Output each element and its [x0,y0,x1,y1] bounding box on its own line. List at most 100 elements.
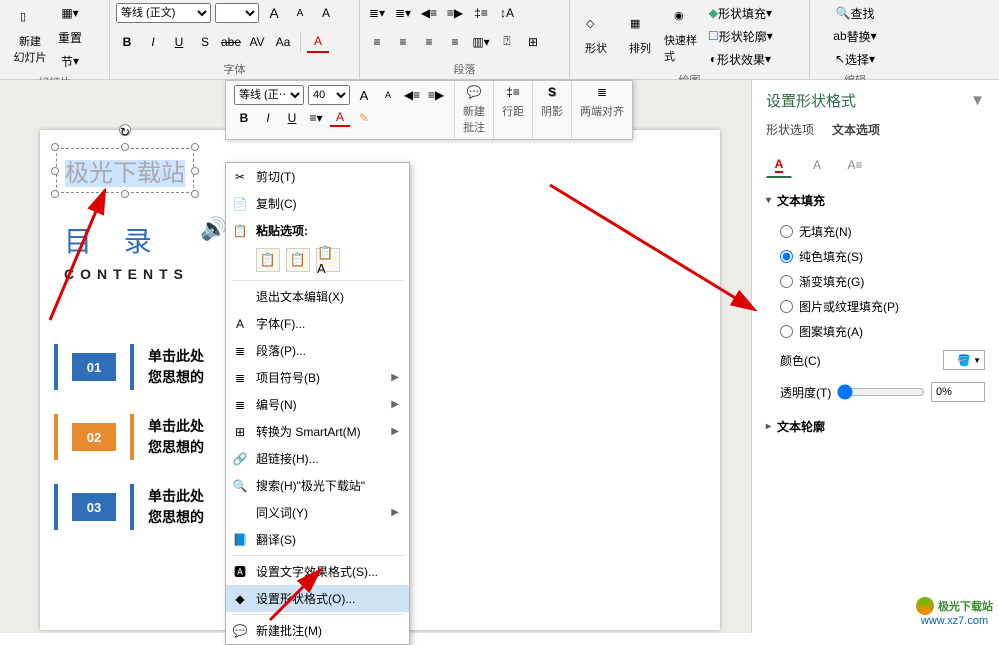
bold-button[interactable]: B [116,31,138,53]
ctx-numbering[interactable]: ≣编号(N)▶ [226,391,409,418]
float-italic[interactable]: I [258,109,278,127]
fill-gradient-radio[interactable]: 渐变填充(G) [766,269,985,294]
strike-button[interactable]: abe [220,31,242,53]
ctx-shape-format[interactable]: ◆设置形状格式(O)... [226,585,409,612]
shape-fill-button[interactable]: ◆形状填充▾ [708,2,773,24]
arrange-button[interactable]: ▦排列 [620,6,660,66]
fill-none-radio[interactable]: 无填充(N) [766,219,985,244]
shape-effects-button[interactable]: ◐形状效果▾ [708,48,773,70]
text-shadow-button[interactable]: S [194,31,216,53]
ctx-copy[interactable]: 📄复制(C) [226,190,409,217]
float-linespace[interactable]: ‡≡ 行距 [494,81,533,139]
fill-solid-radio[interactable]: 纯色填充(S) [766,244,985,269]
float-font-family[interactable]: 等线 (正⋯ [234,85,304,105]
ctx-search[interactable]: 🔍搜索(H)"极光下载站" [226,472,409,499]
underline-button[interactable]: U [168,31,190,53]
selected-textbox[interactable]: ↻ 极光下载站 [56,148,194,193]
float-shrink-font[interactable]: A [378,86,398,104]
ctx-font[interactable]: A字体(F)... [226,310,409,337]
font-size-select[interactable] [215,3,259,23]
paste-text-only[interactable]: 📋A [316,248,340,272]
char-spacing-button[interactable]: AV [246,31,268,53]
align-justify-button[interactable]: ≡ [444,31,466,53]
clear-format-button[interactable]: A [315,2,337,24]
textbox-text-selected[interactable]: 极光下载站 [56,148,194,193]
float-indent-dec[interactable]: ◀≡ [402,86,422,104]
resize-handle-s[interactable] [121,190,129,198]
audio-icon[interactable]: 🔊 [200,216,227,242]
grow-font-button[interactable]: A [263,2,285,24]
smartart-button[interactable]: ⊞ [522,31,544,53]
float-bold[interactable]: B [234,109,254,127]
text-effects-icon[interactable]: A [804,152,830,178]
font-family-select[interactable]: 等线 (正文) [116,3,211,23]
text-direction-button[interactable]: ↕A [496,2,518,24]
italic-button[interactable]: I [142,31,164,53]
numbering-button[interactable]: ≣▾ [392,2,414,24]
section-button[interactable]: 节▾ [58,50,82,72]
float-underline[interactable]: U [282,109,302,127]
line-spacing-button[interactable]: ‡≡ [470,2,492,24]
reset-button[interactable]: 重置 [58,26,82,48]
transparency-input[interactable] [931,382,985,402]
fill-pattern-radio[interactable]: 图案填充(A) [766,319,985,344]
ctx-cut[interactable]: ✂剪切(T) [226,163,409,190]
quick-styles-button[interactable]: ◉快速样式 [664,6,704,66]
float-indent-inc[interactable]: ≡▶ [426,86,446,104]
textbox-icon[interactable]: A≡ [842,152,868,178]
align-text-button[interactable]: ⍰ [496,31,518,53]
ctx-smartart[interactable]: ⊞转换为 SmartArt(M)▶ [226,418,409,445]
float-justify[interactable]: ≣ 两端对齐 [572,81,632,139]
align-center-button[interactable]: ≡ [392,31,414,53]
replace-button[interactable]: ab替换▾ [816,25,894,47]
float-shadow[interactable]: S 阴影 [533,81,572,139]
ctx-exit-edit[interactable]: 退出文本编辑(X) [226,283,409,310]
new-slide-button[interactable]: ▯ 新建 幻灯片 [6,7,54,67]
fill-picture-radio[interactable]: 图片或纹理填充(P) [766,294,985,319]
ctx-paragraph[interactable]: ≣段落(P)... [226,337,409,364]
section-text-fill[interactable]: ▾文本填充 [766,192,985,209]
shape-outline-button[interactable]: ☐形状轮廓▾ [708,25,773,47]
resize-handle-se[interactable] [191,190,199,198]
color-picker-button[interactable]: 🪣 [943,350,985,370]
resize-handle-sw[interactable] [51,190,59,198]
resize-handle-w[interactable] [51,167,59,175]
resize-handle-nw[interactable] [51,143,59,151]
resize-handle-n[interactable] [121,143,129,151]
ctx-translate[interactable]: 📘翻译(S) [226,526,409,553]
resize-handle-e[interactable] [191,167,199,175]
indent-inc-button[interactable]: ≡▶ [444,2,466,24]
ctx-synonym[interactable]: 同义词(Y)▶ [226,499,409,526]
shapes-button[interactable]: ◇形状 [576,6,616,66]
tab-text-options[interactable]: 文本选项 [832,121,880,138]
transparency-slider[interactable] [837,384,925,400]
font-color-button[interactable]: A [307,31,329,53]
shrink-font-button[interactable]: A [289,2,311,24]
change-case-button[interactable]: Aa [272,31,294,53]
ctx-bullets[interactable]: ≣项目符号(B)▶ [226,364,409,391]
bullets-button[interactable]: ≣▾ [366,2,388,24]
panel-menu-button[interactable]: ▼ [970,92,985,109]
ctx-text-effect-format[interactable]: 🅰设置文字效果格式(S)... [226,558,409,585]
align-left-button[interactable]: ≡ [366,31,388,53]
find-button[interactable]: 🔍查找 [816,2,894,24]
float-align[interactable]: ≡▾ [306,109,326,127]
resize-handle-ne[interactable] [191,143,199,151]
indent-dec-button[interactable]: ◀≡ [418,2,440,24]
ctx-new-comment[interactable]: 💬新建批注(M) [226,617,409,644]
paste-keep-source[interactable]: 📋 [256,248,280,272]
rotate-handle[interactable]: ↻ [119,124,131,136]
text-fill-outline-icon[interactable]: A [766,152,792,178]
float-font-color[interactable]: A [330,109,350,127]
float-font-size[interactable]: 40 [308,85,350,105]
align-right-button[interactable]: ≡ [418,31,440,53]
select-button[interactable]: ↖选择▾ [816,48,894,70]
layout-button[interactable]: ▦▾ [58,2,82,24]
paste-merge[interactable]: 📋 [286,248,310,272]
section-text-outline[interactable]: ▸文本轮廓 [766,418,985,435]
tab-shape-options[interactable]: 形状选项 [766,121,814,138]
columns-button[interactable]: ▥▾ [470,31,492,53]
ctx-hyperlink[interactable]: 🔗超链接(H)... [226,445,409,472]
float-highlight[interactable]: ✎ [354,109,374,127]
float-new-comment[interactable]: 💬 新建 批注 [455,81,494,139]
